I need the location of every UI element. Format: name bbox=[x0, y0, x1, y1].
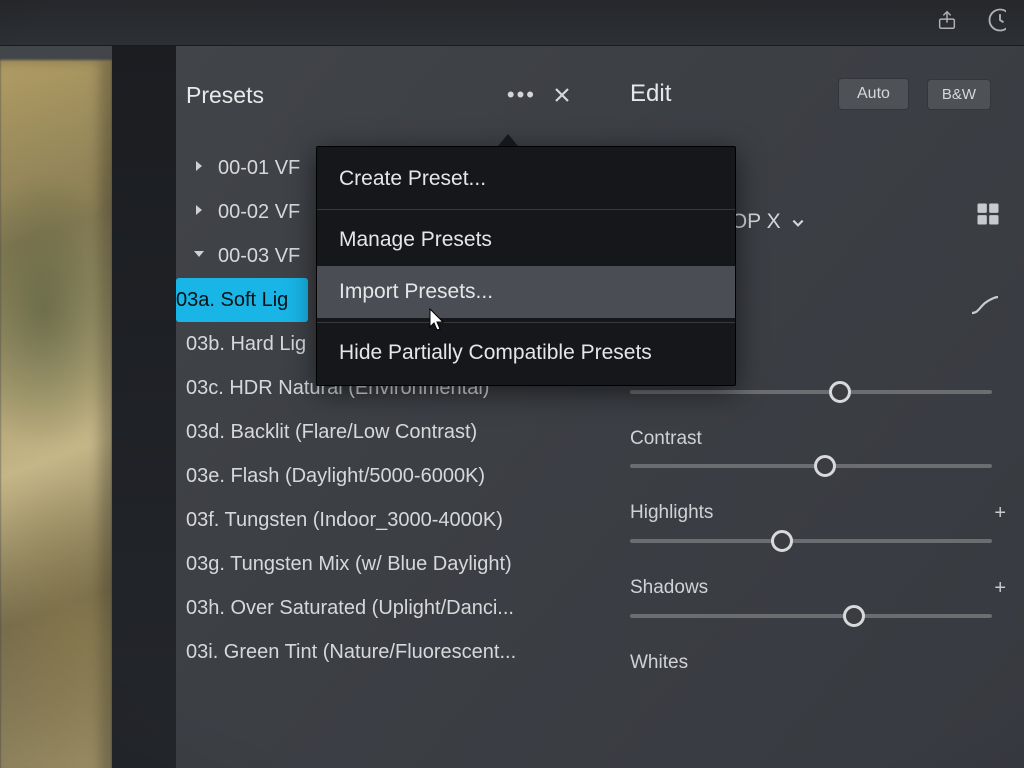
close-icon[interactable] bbox=[546, 79, 578, 111]
slider-label: Shadows bbox=[630, 577, 708, 600]
slider-thumb[interactable] bbox=[814, 455, 836, 477]
menu-item-label: Import Presets... bbox=[339, 280, 493, 303]
slider-track[interactable] bbox=[630, 390, 992, 394]
share-icon[interactable] bbox=[936, 9, 958, 36]
slider-row-shadows: Shadows + bbox=[630, 577, 1016, 618]
preset-item-label: 03g. Tungsten Mix (w/ Blue Daylight) bbox=[186, 553, 512, 576]
chevron-down-icon bbox=[791, 216, 805, 233]
preset-item[interactable]: 03d. Backlit (Flare/Low Contrast) bbox=[186, 410, 606, 454]
chevron-right-icon bbox=[190, 203, 208, 221]
chevron-right-icon bbox=[190, 159, 208, 177]
edit-title: Edit bbox=[630, 80, 820, 108]
menu-item-import-presets[interactable]: Import Presets... bbox=[317, 266, 735, 318]
preset-folder-label: 00-01 VF bbox=[218, 157, 300, 180]
menu-arrow bbox=[498, 134, 518, 146]
slider-label: Whites bbox=[630, 652, 688, 674]
edit-panel-header: Edit Auto B&W bbox=[630, 78, 1024, 110]
slider-row-whites: Whites bbox=[630, 652, 1016, 674]
slider-row bbox=[630, 390, 1016, 394]
plus-icon: + bbox=[994, 502, 1006, 525]
preset-item-label: 03d. Backlit (Flare/Low Contrast) bbox=[186, 421, 477, 444]
preset-item[interactable]: 03f. Tungsten (Indoor_3000-4000K) bbox=[186, 498, 606, 542]
top-bar bbox=[0, 0, 1024, 46]
history-icon[interactable] bbox=[986, 6, 1006, 39]
menu-item-create-preset[interactable]: Create Preset... bbox=[317, 153, 735, 205]
grid-view-icon[interactable] bbox=[974, 200, 1002, 233]
bw-button[interactable]: B&W bbox=[927, 79, 991, 110]
preset-item-label: 03i. Green Tint (Nature/Fluorescent... bbox=[186, 641, 516, 664]
menu-separator bbox=[317, 209, 735, 210]
app-root: Presets ••• Edit Auto B&W DVLOP X 00-01 … bbox=[0, 0, 1024, 768]
preset-item-label: 03b. Hard Lig bbox=[186, 333, 306, 356]
slider-track[interactable] bbox=[630, 539, 992, 543]
plus-icon: + bbox=[994, 577, 1006, 600]
auto-button[interactable]: Auto bbox=[838, 78, 909, 110]
tone-curve-icon[interactable] bbox=[970, 292, 1000, 323]
basic-sliders: Contrast Highlights + Shadows + Whites bbox=[630, 390, 1016, 708]
presets-panel-header: Presets ••• bbox=[186, 78, 578, 112]
preset-item[interactable]: 03e. Flash (Daylight/5000-6000K) bbox=[186, 454, 606, 498]
menu-item-manage-presets[interactable]: Manage Presets bbox=[317, 214, 735, 266]
slider-label: Contrast bbox=[630, 428, 702, 450]
image-preview-sliver bbox=[0, 60, 112, 768]
slider-thumb[interactable] bbox=[771, 530, 793, 552]
preset-item-label: 03h. Over Saturated (Uplight/Danci... bbox=[186, 597, 514, 620]
menu-separator bbox=[317, 322, 735, 323]
menu-item-label: Create Preset... bbox=[339, 167, 486, 190]
slider-thumb[interactable] bbox=[829, 381, 851, 403]
preset-item[interactable]: 03h. Over Saturated (Uplight/Danci... bbox=[186, 586, 606, 630]
preset-item[interactable]: 03g. Tungsten Mix (w/ Blue Daylight) bbox=[186, 542, 606, 586]
preset-folder-label: 00-03 VF bbox=[218, 245, 300, 268]
slider-row-highlights: Highlights + bbox=[630, 502, 1016, 543]
menu-item-label: Manage Presets bbox=[339, 228, 492, 251]
chevron-down-icon bbox=[190, 247, 208, 265]
slider-track[interactable] bbox=[630, 464, 992, 468]
panel-gutter bbox=[112, 46, 176, 768]
slider-row-contrast: Contrast bbox=[630, 428, 1016, 468]
preset-item-label: 03e. Flash (Daylight/5000-6000K) bbox=[186, 465, 485, 488]
menu-item-hide-incompatible[interactable]: Hide Partially Compatible Presets bbox=[317, 327, 735, 379]
preset-item[interactable]: 03i. Green Tint (Nature/Fluorescent... bbox=[186, 630, 606, 674]
preset-item-label: 03f. Tungsten (Indoor_3000-4000K) bbox=[186, 509, 503, 532]
slider-label: Highlights bbox=[630, 502, 713, 525]
slider-track[interactable] bbox=[630, 614, 992, 618]
presets-title: Presets bbox=[186, 82, 486, 109]
profile-selector[interactable]: DVLOP X bbox=[690, 210, 1014, 234]
cursor-icon bbox=[429, 308, 449, 340]
preset-folder-label: 00-02 VF bbox=[218, 201, 300, 224]
menu-item-label: Hide Partially Compatible Presets bbox=[339, 341, 652, 364]
presets-context-menu: Create Preset... Manage Presets Import P… bbox=[316, 146, 736, 386]
slider-thumb[interactable] bbox=[843, 605, 865, 627]
preset-item[interactable]: 03a. Soft Lig bbox=[176, 278, 308, 322]
preset-item-label: 03a. Soft Lig bbox=[176, 289, 288, 312]
more-options-icon[interactable]: ••• bbox=[497, 78, 546, 112]
